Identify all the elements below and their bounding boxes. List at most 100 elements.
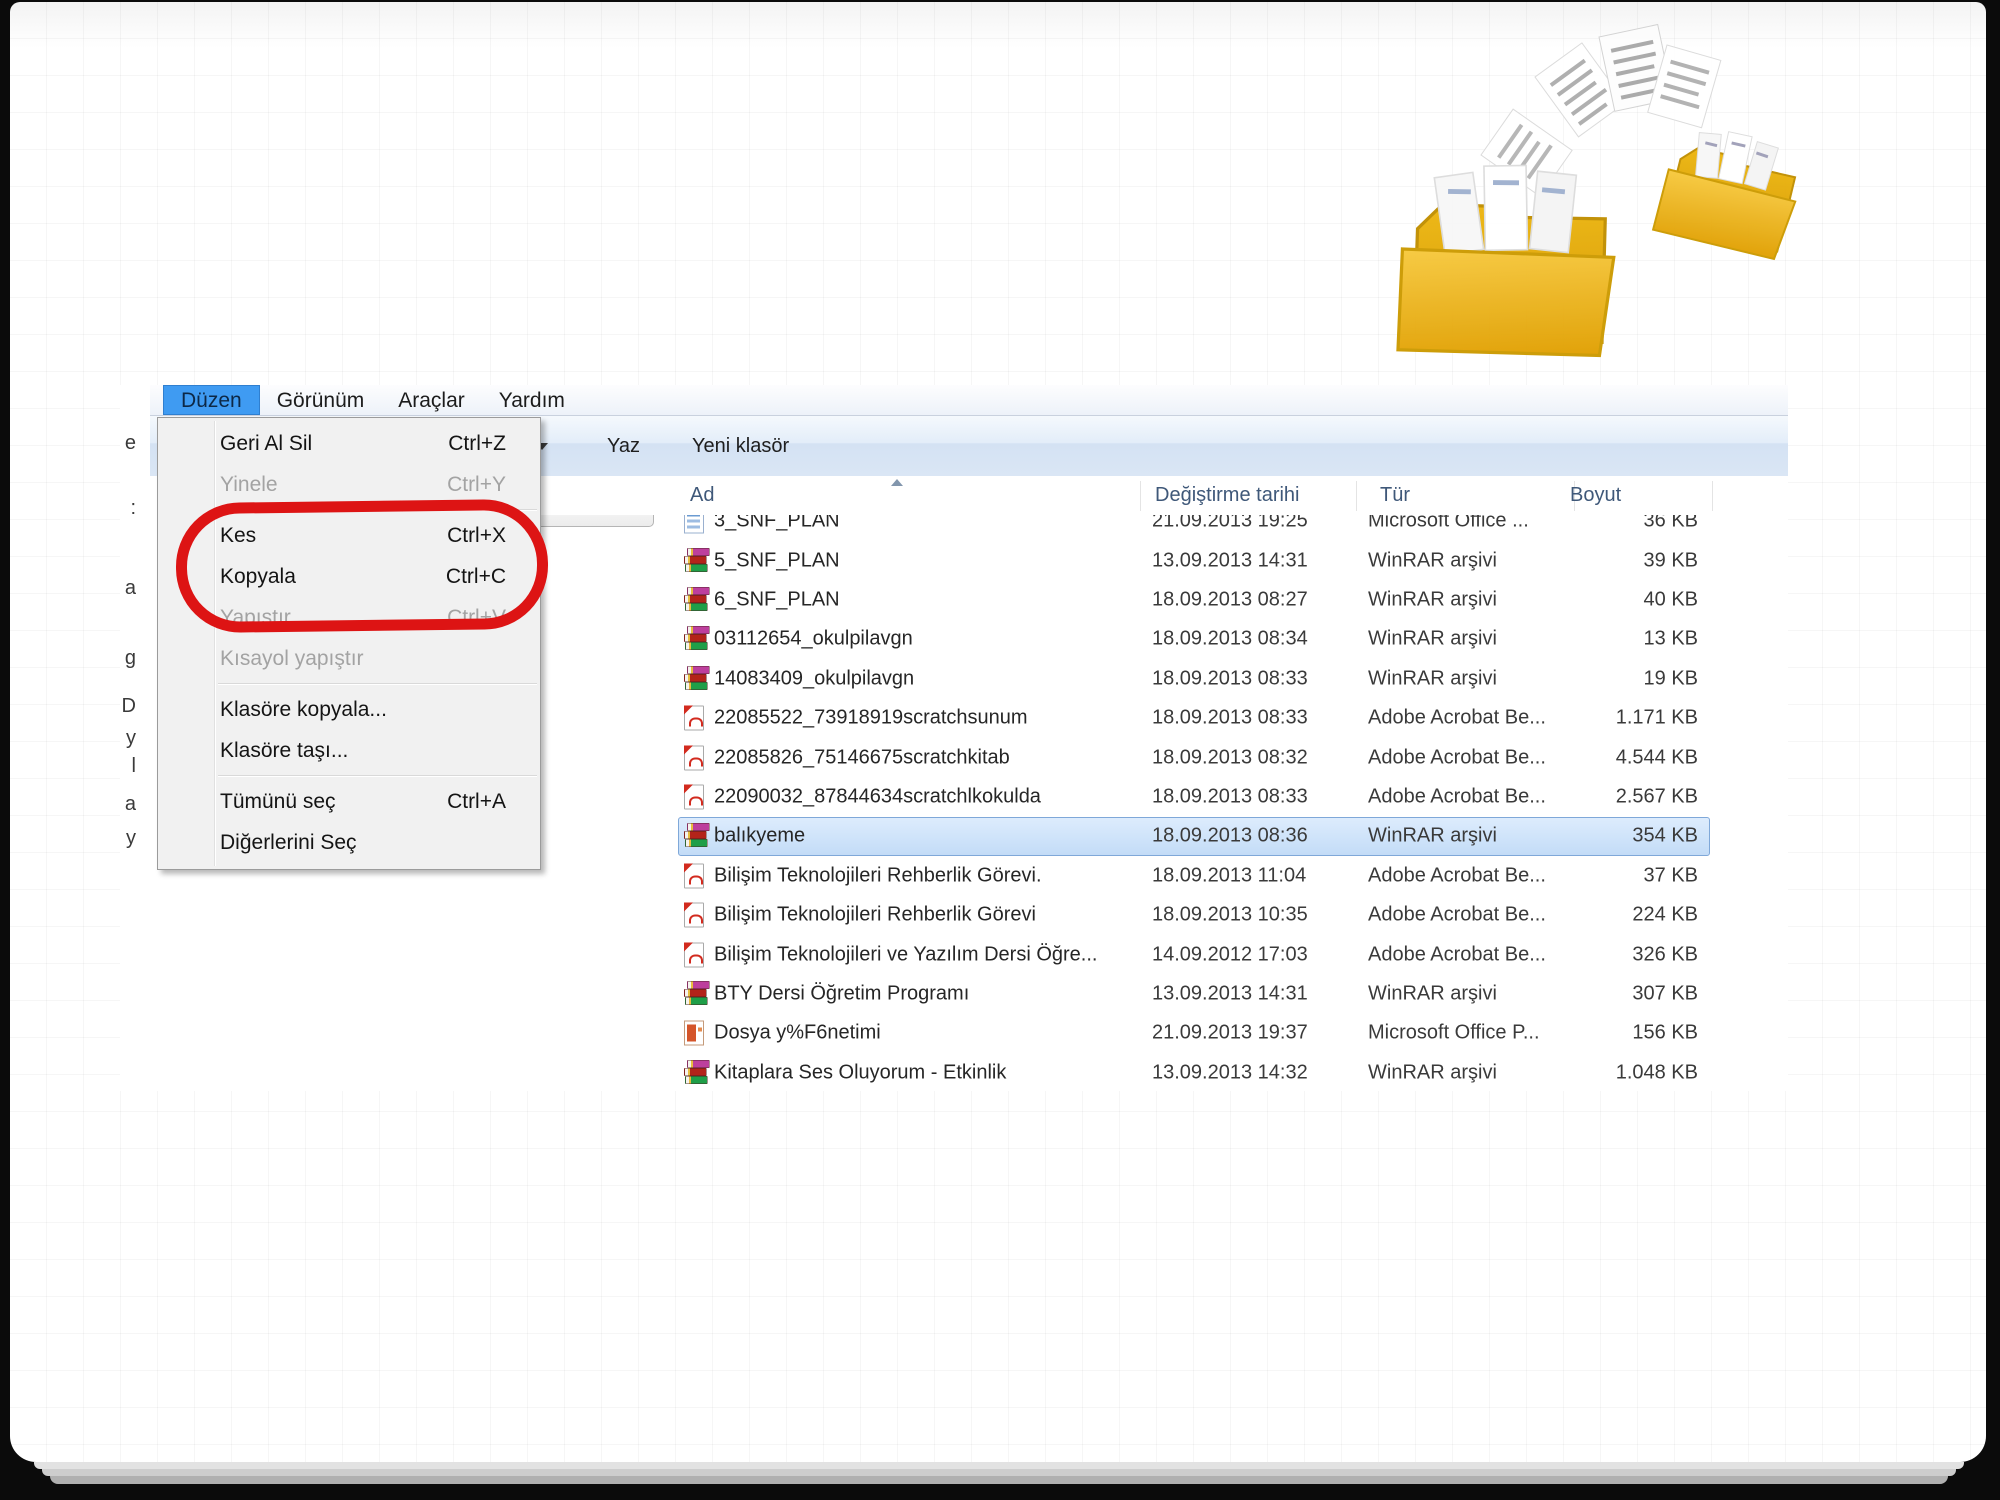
edit-menu-dropdown: Geri Al SilCtrl+ZYineleCtrl+YKesCtrl+XKo…	[157, 417, 541, 870]
file-size: 39 KB	[1490, 549, 1698, 572]
navpane-text-fragment: y	[122, 827, 136, 851]
file-type: WinRAR arşivi	[1368, 589, 1497, 612]
column-header[interactable]: Ad	[690, 476, 714, 515]
file-date: 13.09.2013 14:31	[1152, 982, 1308, 1005]
navpane-text-fragment: D	[122, 695, 136, 719]
file-date: 18.09.2013 08:36	[1152, 825, 1308, 848]
navpane-text-fragment: a	[122, 577, 136, 601]
file-size: 1.171 KB	[1490, 707, 1698, 730]
file-name: 22090032_87844634scratchlkokulda	[714, 786, 1041, 809]
file-date: 14.09.2012 17:03	[1152, 943, 1308, 966]
word-file-icon	[684, 515, 704, 534]
menu-item[interactable]: Klasöre taşı...	[158, 730, 540, 771]
file-name: 22085826_75146675scratchkitab	[714, 746, 1010, 769]
pdf-file-icon	[684, 745, 704, 770]
file-type: WinRAR arşivi	[1368, 667, 1497, 690]
winrar-archive-icon	[684, 587, 710, 613]
new-folder-button[interactable]: Yeni klasör	[692, 416, 789, 476]
column-header[interactable]: Değiştirme tarihi	[1155, 476, 1299, 515]
menu-item: Kısayol yapıştır	[158, 638, 540, 679]
file-date: 18.09.2013 08:34	[1152, 628, 1308, 651]
menu-item-label: Tümünü seç	[220, 790, 336, 813]
navpane-text-fragment: e	[122, 432, 136, 456]
file-name: 3_SNF_PLAN	[714, 515, 840, 533]
menu-item[interactable]: Tümünü seç Ctrl+A	[158, 781, 540, 822]
file-name: Bilişim Teknolojileri Rehberlik Görevi	[714, 904, 1036, 927]
file-date: 13.09.2013 14:32	[1152, 1061, 1308, 1084]
slide-canvas: DüzenGörünümAraçlarYardım Yaz Yeni klasö…	[0, 0, 2000, 1500]
menu-item-label: Yinele	[220, 473, 278, 496]
file-name: Kitaplara Ses Oluyorum - Etkinlik	[714, 1061, 1006, 1084]
file-date: 21.09.2013 19:37	[1152, 1022, 1308, 1045]
file-type: WinRAR arşivi	[1368, 982, 1497, 1005]
file-row[interactable]: Dosya y%F6netimi21.09.2013 19:37Microsof…	[150, 1014, 1788, 1053]
column-divider[interactable]	[1712, 481, 1713, 511]
menu-item[interactable]: Klasöre kopyala...	[158, 689, 540, 730]
file-size: 13 KB	[1490, 628, 1698, 651]
pdf-file-icon	[684, 863, 704, 888]
column-header[interactable]: Boyut	[1570, 476, 1621, 515]
file-date: 18.09.2013 08:33	[1152, 667, 1308, 690]
navpane-text-fragment: a	[122, 793, 136, 817]
menu-item-label: Kısayol yapıştır	[220, 647, 364, 670]
winrar-archive-icon	[684, 666, 710, 692]
winrar-archive-icon	[684, 981, 710, 1007]
file-name: 14083409_okulpilavgn	[714, 667, 914, 690]
file-type: WinRAR arşivi	[1368, 628, 1497, 651]
red-highlight-ellipse	[175, 499, 549, 634]
file-row[interactable]: BTY Dersi Öğretim Programı 13.09.2013 14:…	[150, 974, 1788, 1013]
menu-item[interactable]: Diğerlerini Seç	[158, 822, 540, 863]
file-size: 2.567 KB	[1490, 786, 1698, 809]
winrar-archive-icon	[684, 626, 710, 652]
file-size: 4.544 KB	[1490, 746, 1698, 769]
file-size: 354 KB	[1490, 825, 1698, 848]
pdf-file-icon	[684, 706, 704, 731]
file-name: Dosya y%F6netimi	[714, 1022, 881, 1045]
file-date: 18.09.2013 08:27	[1152, 589, 1308, 612]
file-size: 40 KB	[1490, 589, 1698, 612]
pdf-file-icon	[684, 903, 704, 928]
menu-item-shortcut: Ctrl+Z	[448, 423, 506, 464]
file-row[interactable]: Bilişim Teknolojileri Rehberlik Görevi 18…	[150, 896, 1788, 935]
powerpoint-file-icon	[684, 1021, 704, 1046]
file-name: 22085522_73918919scratchsunum	[714, 707, 1028, 730]
file-name: 03112654_okulpilavgn	[714, 628, 913, 651]
menubar-item-araçlar[interactable]: Araçlar	[381, 386, 482, 416]
file-name: Bilişim Teknolojileri ve Yazılım Dersi Ö…	[714, 943, 1097, 966]
file-type: WinRAR arşivi	[1368, 825, 1497, 848]
column-divider[interactable]	[1356, 481, 1357, 511]
winrar-archive-icon	[684, 1060, 710, 1086]
file-row[interactable]: Bilişim Teknolojileri ve Yazılım Dersi Ö…	[150, 935, 1788, 974]
file-name: BTY Dersi Öğretim Programı	[714, 982, 969, 1005]
file-row[interactable]: Kitaplara Ses Oluyorum - Etkinlik 13.09.2…	[150, 1053, 1788, 1092]
winrar-archive-icon	[684, 548, 710, 574]
menu-item-shortcut: Ctrl+A	[447, 781, 506, 822]
print-button[interactable]: Yaz	[607, 416, 640, 476]
menu-item-label: Klasöre kopyala...	[220, 698, 387, 721]
menubar-item-yardım[interactable]: Yardım	[482, 386, 582, 416]
menu-item[interactable]: Geri Al Sil Ctrl+Z	[158, 423, 540, 464]
file-size: 36 KB	[1490, 515, 1698, 533]
menu-bar: DüzenGörünümAraçlarYardım	[150, 385, 1788, 416]
file-type: WinRAR arşivi	[1368, 1061, 1497, 1084]
menubar-item-düzen[interactable]: Düzen	[163, 385, 260, 415]
menu-separator	[218, 683, 537, 685]
slide-stack-edge	[50, 1476, 1948, 1484]
file-size: 326 KB	[1490, 943, 1698, 966]
file-date: 18.09.2013 11:04	[1152, 864, 1306, 887]
sort-ascending-icon	[891, 479, 903, 486]
file-name: balıkyeme	[714, 825, 805, 848]
file-date: 18.09.2013 10:35	[1152, 904, 1308, 927]
menu-item-label: Geri Al Sil	[220, 432, 312, 455]
navpane-text-fragment: g	[122, 647, 136, 671]
menubar-item-görünüm[interactable]: Görünüm	[260, 386, 382, 416]
column-header[interactable]: Tür	[1380, 476, 1410, 515]
slide-stack-edge	[42, 1469, 1956, 1476]
column-divider[interactable]	[1140, 481, 1141, 511]
file-size: 224 KB	[1490, 904, 1698, 927]
file-size: 1.048 KB	[1490, 1061, 1698, 1084]
file-date: 18.09.2013 08:33	[1152, 786, 1308, 809]
menu-item-label: Diğerlerini Seç	[220, 831, 357, 854]
file-size: 37 KB	[1490, 864, 1698, 887]
file-name: Bilişim Teknolojileri Rehberlik Görevi.	[714, 864, 1042, 887]
